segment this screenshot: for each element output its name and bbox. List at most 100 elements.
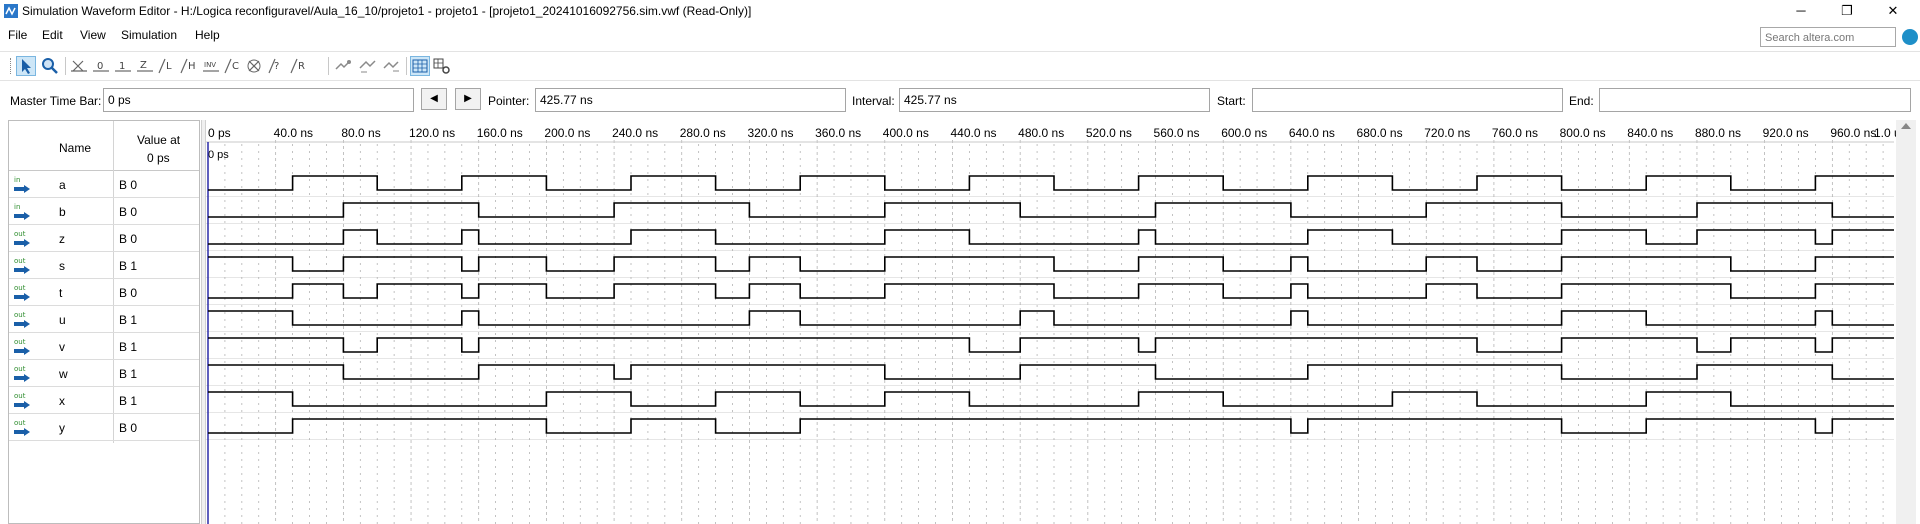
svg-text:out: out xyxy=(14,257,26,265)
menu-help[interactable]: Help xyxy=(195,28,220,42)
waveform-b[interactable] xyxy=(208,202,1894,218)
minimize-button[interactable]: ─ xyxy=(1778,0,1824,22)
interval-field[interactable]: 425.77 ns xyxy=(899,88,1210,112)
signal-row[interactable]: out t B 0 xyxy=(9,279,199,306)
signal-name: t xyxy=(59,286,63,300)
input-pin-icon: in xyxy=(14,203,30,220)
svg-text:in: in xyxy=(14,176,20,184)
signal-row[interactable]: out v B 1 xyxy=(9,333,199,360)
output-pin-icon: out xyxy=(14,392,30,409)
signal-row[interactable]: out u B 1 xyxy=(9,306,199,333)
waveform-s[interactable] xyxy=(208,256,1894,272)
toolbar-separator xyxy=(65,57,66,75)
next-transition-button[interactable]: ▶ xyxy=(455,88,481,110)
name-column-header[interactable]: Name xyxy=(59,141,91,155)
weak-high-icon[interactable]: H xyxy=(180,56,200,76)
waveform-w[interactable] xyxy=(208,364,1894,380)
signal-value: B 1 xyxy=(119,340,138,354)
signal-name: b xyxy=(59,205,66,219)
menu-view[interactable]: View xyxy=(80,28,106,42)
svg-text:out: out xyxy=(14,419,26,427)
previous-transition-button[interactable]: ◀ xyxy=(421,88,447,110)
weak-low-icon[interactable]: L xyxy=(158,56,178,76)
waveform-x[interactable] xyxy=(208,391,1894,407)
signal-value: B 1 xyxy=(119,394,138,408)
vertical-scrollbar[interactable] xyxy=(1896,120,1916,524)
signal-name: z xyxy=(59,232,65,246)
svg-text:INV: INV xyxy=(204,61,216,69)
signal-row[interactable]: out s B 1 xyxy=(9,252,199,279)
signal-name: x xyxy=(59,394,65,408)
expand-icon[interactable] xyxy=(358,56,378,76)
pointer-field[interactable]: 425.77 ns xyxy=(535,88,846,112)
scroll-up-icon[interactable] xyxy=(1901,123,1911,129)
value-column-header[interactable]: Value at xyxy=(137,133,180,147)
close-button[interactable]: ✕ xyxy=(1870,0,1916,22)
end-label: End: xyxy=(1569,94,1594,108)
pointer-label: Pointer: xyxy=(488,94,530,108)
select-tool-icon[interactable] xyxy=(16,56,36,76)
signal-row[interactable]: out y B 0 xyxy=(9,414,199,441)
maximize-button[interactable]: ❐ xyxy=(1824,0,1870,22)
svg-text:out: out xyxy=(14,392,26,400)
snap-to-grid-icon[interactable] xyxy=(334,56,354,76)
signal-name: y xyxy=(59,421,65,435)
waveform-y[interactable] xyxy=(208,418,1894,434)
svg-text:L: L xyxy=(166,61,172,72)
forcing-high-icon[interactable]: 1 xyxy=(114,56,134,76)
waveform-canvas[interactable] xyxy=(206,120,1894,524)
signal-name: a xyxy=(59,178,66,192)
master-time-bar-label: Master Time Bar: xyxy=(10,94,102,108)
output-pin-icon: out xyxy=(14,365,30,382)
random-value-icon[interactable]: R xyxy=(290,56,310,76)
waveform-v[interactable] xyxy=(208,337,1894,353)
signal-row[interactable]: out w B 1 xyxy=(9,360,199,387)
svg-text:H: H xyxy=(188,61,196,72)
waveform-a[interactable] xyxy=(208,175,1894,191)
zoom-tool-icon[interactable] xyxy=(40,56,60,76)
signal-value: B 1 xyxy=(119,259,138,273)
title-bar: Simulation Waveform Editor - H:/Logica r… xyxy=(0,0,1920,22)
svg-text:in: in xyxy=(14,203,20,211)
globe-icon[interactable] xyxy=(1902,29,1918,45)
waveform-settings-icon[interactable] xyxy=(432,56,452,76)
waveform-toolbar: 0 1 Z L H INV C ? R xyxy=(0,51,1920,81)
signal-row[interactable]: in b B 0 xyxy=(9,198,199,225)
waveform-z[interactable] xyxy=(208,229,1894,245)
menu-bar: File Edit View Simulation Help xyxy=(0,24,1920,46)
collapse-icon[interactable] xyxy=(382,56,402,76)
signal-row[interactable]: in a B 0 xyxy=(9,171,199,198)
high-impedance-icon[interactable]: Z xyxy=(136,56,156,76)
svg-text:out: out xyxy=(14,365,26,373)
waveform-t[interactable] xyxy=(208,283,1894,299)
waveform-u[interactable] xyxy=(208,310,1894,326)
forcing-unknown-icon[interactable] xyxy=(70,56,90,76)
invert-icon[interactable]: INV xyxy=(202,56,222,76)
start-field[interactable] xyxy=(1252,88,1563,112)
clock-icon[interactable] xyxy=(246,56,266,76)
forcing-low-icon[interactable]: 0 xyxy=(92,56,112,76)
menu-simulation[interactable]: Simulation xyxy=(121,28,177,42)
signal-row[interactable]: out x B 1 xyxy=(9,387,199,414)
toolbar-grip[interactable] xyxy=(10,58,14,74)
signal-value: B 0 xyxy=(119,178,138,192)
search-input[interactable]: Search altera.com xyxy=(1760,27,1896,47)
menu-edit[interactable]: Edit xyxy=(42,28,63,42)
signal-value: B 0 xyxy=(119,205,138,219)
signal-row[interactable]: out z B 0 xyxy=(9,225,199,252)
count-value-icon[interactable]: C xyxy=(224,56,244,76)
window-title: Simulation Waveform Editor - H:/Logica r… xyxy=(22,4,752,18)
signal-value: B 1 xyxy=(119,313,138,327)
input-pin-icon: in xyxy=(14,176,30,193)
output-pin-icon: out xyxy=(14,311,30,328)
grid-display-icon[interactable] xyxy=(410,56,430,76)
arbitrary-value-icon[interactable]: ? xyxy=(268,56,288,76)
menu-file[interactable]: File xyxy=(8,28,27,42)
svg-text:out: out xyxy=(14,284,26,292)
svg-text:out: out xyxy=(14,230,26,238)
end-field[interactable] xyxy=(1599,88,1911,112)
waveform-panel[interactable]: 0 ps 40.0 ns 80.0 ns 120.0 ns 160.0 ns 200.0 … xyxy=(206,120,1907,524)
output-pin-icon: out xyxy=(14,419,30,436)
master-time-bar-field[interactable]: 0 ps xyxy=(103,88,414,112)
output-pin-icon: out xyxy=(14,338,30,355)
